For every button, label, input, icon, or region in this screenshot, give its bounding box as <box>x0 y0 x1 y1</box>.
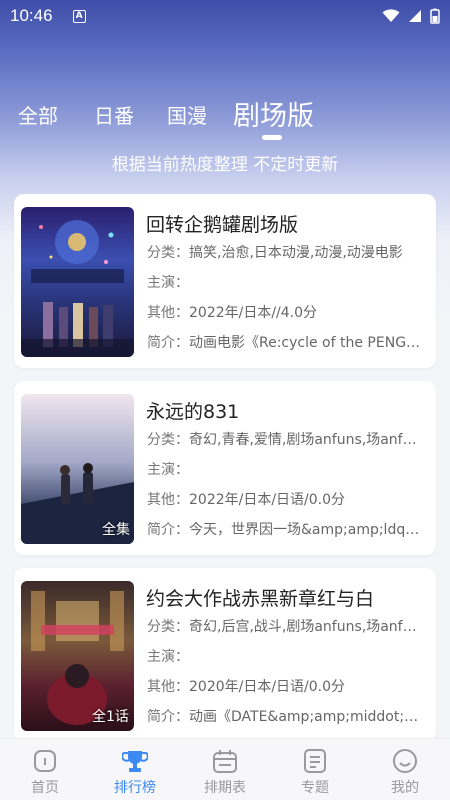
signal-icon <box>409 10 421 22</box>
tab-movie[interactable]: 剧场版 <box>233 94 314 133</box>
category-label: 分类： <box>147 245 189 261</box>
item-other: 其他：2022年/日本//4.0分 <box>147 302 423 322</box>
category-value: 奇幻,青春,爱情,剧场anfuns,场anfuns <box>189 432 423 448</box>
nav-schedule[interactable]: 排期表 <box>180 739 270 800</box>
list-item[interactable]: 永远的831 分类：奇幻,青春,爱情,剧场anfuns,场anfuns 主演： … <box>14 381 436 555</box>
item-category: 分类：奇幻,后宫,战斗,剧场anfuns,场anfuns <box>147 616 423 636</box>
item-cast: 主演： <box>147 646 423 666</box>
battery-icon <box>430 8 440 24</box>
cast-label: 主演： <box>147 649 189 665</box>
status-bar: 10:46 A <box>0 0 450 32</box>
trophy-icon <box>122 751 148 772</box>
nav-profile[interactable]: 我的 <box>360 739 450 800</box>
nav-home-label: 首页 <box>31 780 59 796</box>
nav-topics[interactable]: 专题 <box>270 739 360 800</box>
active-tab-indicator <box>262 135 282 140</box>
category-value: 奇幻,后宫,战斗,剧场anfuns,场anfuns <box>189 619 423 635</box>
item-intro: 简介：动画电影《Re:cycle of the PENGUINDRUM》 <box>147 332 423 352</box>
intro-value: 动画电影《Re:cycle of the PENGUINDRUM》 <box>189 335 423 351</box>
page-subtitle: 根据当前热度整理 不定时更新 <box>111 155 339 175</box>
intro-value: 今天，世界因一场&amp;amp;ldquo; <box>189 522 423 538</box>
wifi-icon <box>382 9 400 22</box>
tab-all[interactable]: 全部 <box>18 100 58 129</box>
list-item[interactable]: 回转企鹅罐剧场版 分类：搞笑,治愈,日本动漫,动漫,动漫电影 主演： 其他：20… <box>14 194 436 368</box>
nav-schedule-label: 排期表 <box>204 780 246 796</box>
profile-icon <box>393 749 417 773</box>
calendar-icon <box>213 750 237 773</box>
other-label: 其他： <box>147 679 189 695</box>
nav-ranking[interactable]: 排行榜 <box>90 739 180 800</box>
episode-badge: 全1话 <box>92 709 129 725</box>
other-value: 2022年/日本//4.0分 <box>189 305 318 321</box>
nav-ranking-label: 排行榜 <box>114 780 156 796</box>
other-label: 其他： <box>147 305 189 321</box>
category-label: 分类： <box>147 432 189 448</box>
notification-a-icon: A <box>72 9 86 23</box>
intro-label: 简介： <box>147 335 189 351</box>
intro-value: 动画《DATE&amp;amp;middot;A LIVE》 <box>189 709 423 725</box>
item-intro: 简介：今天，世界因一场&amp;amp;ldquo; <box>147 519 423 539</box>
ranking-list: 回转企鹅罐剧场版 分类：搞笑,治愈,日本动漫,动漫,动漫电影 主演： 其他：20… <box>0 194 450 739</box>
item-category: 分类：搞笑,治愈,日本动漫,动漫,动漫电影 <box>147 242 423 262</box>
nav-topics-label: 专题 <box>301 780 329 796</box>
category-value: 搞笑,治愈,日本动漫,动漫,动漫电影 <box>189 245 403 261</box>
cast-label: 主演： <box>147 275 189 291</box>
cast-label: 主演： <box>147 462 189 478</box>
home-icon <box>34 750 56 772</box>
bottom-nav: 首页 排行榜 排期表 专题 我的 <box>0 738 450 800</box>
item-intro: 简介：动画《DATE&amp;amp;middot;A LIVE》 <box>147 706 423 726</box>
category-tabs: 全部 日番 国漫 剧场版 <box>0 90 450 140</box>
status-time: 10:46 <box>10 6 53 25</box>
tab-japanese[interactable]: 日番 <box>94 100 134 129</box>
intro-label: 简介： <box>147 522 189 538</box>
other-value: 2020年/日本/日语/0.0分 <box>189 679 346 695</box>
nav-home[interactable]: 首页 <box>0 739 90 800</box>
tab-chinese[interactable]: 国漫 <box>167 100 207 129</box>
list-item[interactable]: 约会大作战赤黑新章红与白 分类：奇幻,后宫,战斗,剧场anfuns,场anfun… <box>14 568 436 739</box>
item-cast: 主演： <box>147 272 423 292</box>
item-other: 其他：2020年/日本/日语/0.0分 <box>147 676 423 696</box>
topic-icon <box>304 749 326 773</box>
episode-badge: 全集 <box>102 522 130 538</box>
intro-label: 简介： <box>147 709 189 725</box>
other-value: 2022年/日本/日语/0.0分 <box>189 492 346 508</box>
item-category: 分类：奇幻,青春,爱情,剧场anfuns,场anfuns <box>147 429 423 449</box>
item-title: 永远的831 <box>146 401 240 423</box>
poster-image <box>21 207 134 357</box>
item-cast: 主演： <box>147 459 423 479</box>
category-label: 分类： <box>147 619 189 635</box>
item-other: 其他：2022年/日本/日语/0.0分 <box>147 489 423 509</box>
other-label: 其他： <box>147 492 189 508</box>
nav-profile-label: 我的 <box>391 780 419 796</box>
item-title: 回转企鹅罐剧场版 <box>146 214 299 236</box>
item-title: 约会大作战赤黑新章红与白 <box>146 588 375 610</box>
